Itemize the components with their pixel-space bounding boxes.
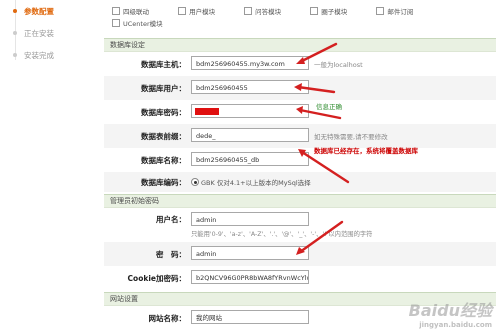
db-prefix-input[interactable]: dede_ bbox=[191, 128, 309, 142]
admin-username-rule: 只能用'0-9'、'a-z'、'A-Z'、'.'、'@'、'_'、'-'、'!'… bbox=[191, 231, 373, 238]
db-user-input[interactable]: bdm256960455 bbox=[191, 80, 309, 94]
module-checkbox[interactable] bbox=[112, 19, 120, 27]
module-checkbox[interactable] bbox=[376, 7, 385, 15]
step-dot bbox=[13, 31, 17, 35]
site-name-input[interactable]: 我的网站 bbox=[191, 310, 309, 324]
install-form: 四级联动 用户模块 问答模块 圈子模块 邮件订阅 UCenter模块 数据库设定… bbox=[104, 0, 500, 333]
row-cookie-key: Cookie加密码： b2QNCV96G0PR8bWA8fYRvnWcYlw bbox=[104, 266, 496, 290]
db-charset-option: GBK 仅对4.1+以上版本的MySql选择 bbox=[201, 179, 311, 187]
db-name-hint: 数据库已经存在，系统将覆盖数据库 bbox=[314, 147, 418, 155]
module-checkbox[interactable] bbox=[178, 7, 187, 15]
row-db-password: 数据库密码： 信息正确 bbox=[104, 100, 496, 124]
db-password-input[interactable] bbox=[191, 104, 309, 118]
db-prefix-hint: 如无特殊需要,请不要修改 bbox=[314, 133, 388, 141]
row-admin-password: 密 码： admin bbox=[104, 242, 496, 266]
step-installing: 正在安装 bbox=[24, 29, 54, 38]
admin-username-label: 用户名： bbox=[156, 215, 186, 224]
row-db-prefix: 数据表前缀： dede_ 如无特殊需要,请不要修改 bbox=[104, 124, 496, 148]
db-password-hint: 信息正确 bbox=[316, 103, 342, 111]
step-params-config: 参数配置 bbox=[24, 7, 54, 16]
row-db-user: 数据库用户： bdm256960455 bbox=[104, 76, 496, 100]
step-dot bbox=[13, 53, 17, 57]
row-db-charset: 数据库编码： GBK 仅对4.1+以上版本的MySql选择 bbox=[104, 172, 496, 192]
row-admin-username: 用户名： admin 只能用'0-9'、'a-z'、'A-Z'、'.'、'@'、… bbox=[104, 208, 496, 240]
site-name-label: 网站名称： bbox=[148, 314, 187, 323]
module-checkbox[interactable] bbox=[244, 7, 253, 15]
watermark-text: Baidu经验 bbox=[408, 301, 492, 320]
db-user-label: 数据库用户： bbox=[141, 84, 186, 93]
module-label: 四级联动 bbox=[123, 8, 149, 16]
redacted-password-mark bbox=[195, 108, 219, 115]
module-label: 邮件订阅 bbox=[387, 8, 414, 16]
db-host-input[interactable]: bdm256960455.my3w.com bbox=[191, 56, 309, 70]
db-host-label: 数据库主机： bbox=[141, 60, 186, 69]
db-password-label: 数据库密码： bbox=[141, 108, 186, 117]
module-checkbox[interactable] bbox=[112, 7, 120, 15]
install-steps-sidebar: 参数配置 正在安装 安装完成 bbox=[0, 0, 92, 333]
step-dot-active bbox=[13, 9, 17, 13]
db-prefix-label: 数据表前缀： bbox=[141, 132, 186, 141]
section-header-admin: 管理员初始密码 bbox=[104, 194, 496, 208]
module-label: UCenter模块 bbox=[123, 20, 163, 28]
section-title: 网站设置 bbox=[110, 295, 138, 303]
cookie-key-label: Cookie加密码： bbox=[127, 274, 186, 283]
module-label: 问答模块 bbox=[255, 8, 282, 16]
admin-username-input[interactable]: admin bbox=[191, 212, 309, 226]
row-db-name: 数据库名称： bdm256960455_db 数据库已经存在，系统将覆盖数据库 bbox=[104, 147, 496, 172]
watermark-logo: Baidu经验 jingyan.baidu.com bbox=[409, 297, 492, 329]
db-host-hint: 一般为localhost bbox=[314, 61, 363, 69]
db-charset-radio[interactable]: GBK 仅对4.1+以上版本的MySql选择 bbox=[191, 177, 311, 187]
admin-password-label: 密 码： bbox=[156, 250, 186, 259]
module-label: 圈子模块 bbox=[321, 8, 348, 16]
module-checkbox-row: 四级联动 用户模块 问答模块 圈子模块 邮件订阅 bbox=[112, 6, 440, 16]
step-install-complete: 安装完成 bbox=[24, 51, 54, 60]
section-header-database: 数据库设定 bbox=[104, 38, 496, 52]
module-label: 用户模块 bbox=[189, 8, 216, 16]
db-charset-label: 数据库编码： bbox=[141, 178, 186, 187]
module-checkbox[interactable] bbox=[310, 7, 319, 15]
db-name-input[interactable]: bdm256960455_db bbox=[191, 152, 309, 166]
row-db-host: 数据库主机： bdm256960455.my3w.com 一般为localhos… bbox=[104, 52, 496, 76]
cookie-key-input[interactable]: b2QNCV96G0PR8bWA8fYRvnWcYlw bbox=[191, 270, 309, 284]
module-checkbox-row: UCenter模块 bbox=[112, 18, 163, 28]
admin-password-input[interactable]: admin bbox=[191, 246, 309, 260]
db-name-label: 数据库名称： bbox=[141, 156, 186, 165]
radio-selected-icon[interactable] bbox=[191, 178, 199, 186]
section-title: 管理员初始密码 bbox=[110, 197, 159, 205]
section-title: 数据库设定 bbox=[110, 41, 145, 49]
watermark-url: jingyan.baidu.com bbox=[419, 321, 492, 329]
